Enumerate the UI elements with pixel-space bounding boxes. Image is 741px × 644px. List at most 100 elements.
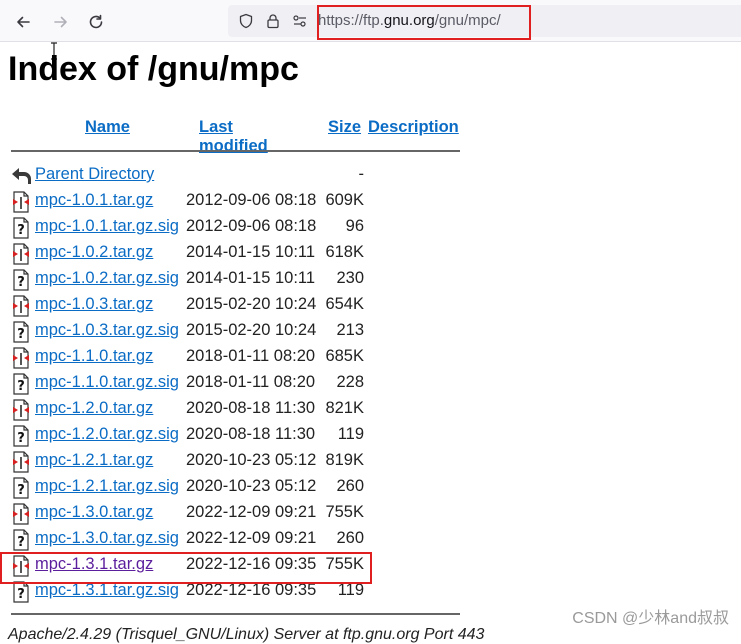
column-header-size[interactable]: Size [328,118,361,137]
file-row: ? mpc-1.0.3.tar.gz.sig 2015-02-20 10:24 213 [10,319,470,345]
file-link[interactable]: mpc-1.3.0.tar.gz.sig [35,529,179,547]
svg-text:?: ? [17,483,25,498]
file-size: 618K [325,243,364,261]
header-divider [11,150,460,152]
file-link[interactable]: mpc-1.0.2.tar.gz.sig [35,269,179,287]
file-link[interactable]: mpc-1.0.3.tar.gz [35,295,153,313]
unknown-file-icon: ? [10,477,32,499]
file-row: mpc-1.3.1.tar.gz 2022-12-16 09:35 755K [10,553,470,579]
file-last-modified: 2018-01-11 08:20 [186,347,316,365]
column-header-name[interactable]: Name [85,118,130,137]
parent-directory-link[interactable]: Parent Directory [35,165,154,183]
file-size: 685K [325,347,364,365]
url-text[interactable]: https://ftp.gnu.org/gnu/mpc/ [318,12,501,29]
file-row: ? mpc-1.2.0.tar.gz.sig 2020-08-18 11:30 119 [10,423,470,449]
archive-file-icon [10,555,32,577]
file-link[interactable]: mpc-1.0.1.tar.gz.sig [35,217,179,235]
file-row: ? mpc-1.2.1.tar.gz.sig 2020-10-23 05:12 260 [10,475,470,501]
file-row: ? mpc-1.1.0.tar.gz.sig 2018-01-11 08:20 228 [10,371,470,397]
unknown-file-icon: ? [10,321,32,343]
file-link[interactable]: mpc-1.2.0.tar.gz [35,399,153,417]
forward-button[interactable] [48,9,74,35]
file-last-modified: 2018-01-11 08:20 [186,373,316,391]
file-row: mpc-1.0.1.tar.gz 2012-09-06 08:18 609K [10,189,470,215]
file-link[interactable]: mpc-1.1.0.tar.gz.sig [35,373,179,391]
file-size: 119 [337,425,364,443]
footer-divider [11,613,460,615]
file-last-modified: 2020-08-18 11:30 [186,399,316,417]
file-last-modified: 2015-02-20 10:24 [186,321,317,339]
url-host: gnu.org [383,12,435,29]
file-link[interactable]: mpc-1.3.1.tar.gz [35,555,153,573]
server-signature: Apache/2.4.29 (Trisquel_GNU/Linux) Serve… [8,626,485,643]
unknown-file-icon: ? [10,425,32,447]
unknown-file-icon: ? [10,529,32,551]
page-title: Index of /gnu/mpc [8,50,299,88]
file-size: 213 [336,321,364,339]
reload-icon [89,14,103,29]
archive-file-icon [10,347,32,369]
url-path: /gnu/mpc/ [434,12,501,29]
parent-size: - [358,165,365,183]
sort-by-description-link[interactable]: Description [368,118,459,136]
back-arrow-icon [17,16,30,28]
file-link[interactable]: mpc-1.2.1.tar.gz.sig [35,477,179,495]
file-size: 755K [325,555,364,573]
permissions-icon[interactable] [292,13,308,29]
svg-text:?: ? [17,327,25,342]
archive-file-icon [10,451,32,473]
file-last-modified: 2020-08-18 11:30 [186,425,316,443]
tracking-shield-icon[interactable] [238,13,254,29]
back-button[interactable] [10,9,36,35]
svg-text:?: ? [17,535,25,550]
file-link[interactable]: mpc-1.2.0.tar.gz.sig [35,425,179,443]
sort-by-name-link[interactable]: Name [85,118,130,136]
url-prefix: https://ftp. [318,12,384,29]
file-last-modified: 2014-01-15 10:11 [186,269,316,287]
column-header-description[interactable]: Description [368,118,459,137]
archive-file-icon [10,243,32,265]
file-link[interactable]: mpc-1.3.1.tar.gz.sig [35,581,179,599]
file-last-modified: 2012-09-06 08:18 [186,191,317,209]
file-row: mpc-1.3.0.tar.gz 2022-12-09 09:21 755K [10,501,470,527]
unknown-file-icon: ? [10,581,32,603]
file-link[interactable]: mpc-1.1.0.tar.gz [35,347,153,365]
archive-file-icon [10,503,32,525]
file-last-modified: 2015-02-20 10:24 [186,295,317,313]
file-last-modified: 2022-12-16 09:35 [186,581,317,599]
address-bar[interactable]: https://ftp.gnu.org/gnu/mpc/ [228,5,741,37]
file-size: 755K [325,503,364,521]
file-link[interactable]: mpc-1.0.2.tar.gz [35,243,153,261]
file-row: mpc-1.1.0.tar.gz 2018-01-11 08:20 685K [10,345,470,371]
file-size: 821K [325,399,364,417]
file-size: 228 [336,373,364,391]
parent-directory-row: Parent Directory - [10,163,470,189]
reload-button[interactable] [83,9,109,35]
file-last-modified: 2020-10-23 05:12 [186,451,317,469]
file-row: ? mpc-1.0.2.tar.gz.sig 2014-01-15 10:11 230 [10,267,470,293]
file-size: 654K [325,295,364,313]
svg-text:?: ? [17,379,25,394]
forward-arrow-icon [54,16,67,28]
lock-icon[interactable] [265,13,281,29]
file-link[interactable]: mpc-1.0.1.tar.gz [35,191,153,209]
file-size: 819K [325,451,364,469]
file-row: mpc-1.0.3.tar.gz 2015-02-20 10:24 654K [10,293,470,319]
file-last-modified: 2022-12-09 09:21 [186,529,317,547]
file-size: 260 [336,529,364,547]
file-size: 609K [325,191,364,209]
unknown-file-icon: ? [10,269,32,291]
svg-text:?: ? [17,223,25,238]
file-row: mpc-1.2.0.tar.gz 2020-08-18 11:30 821K [10,397,470,423]
svg-text:?: ? [17,431,25,446]
sort-by-size-link[interactable]: Size [328,118,361,136]
archive-file-icon [10,191,32,213]
file-row: mpc-1.2.1.tar.gz 2020-10-23 05:12 819K [10,449,470,475]
file-link[interactable]: mpc-1.0.3.tar.gz.sig [35,321,179,339]
file-size: 119 [337,581,364,599]
file-link[interactable]: mpc-1.2.1.tar.gz [35,451,153,469]
file-size: 260 [336,477,364,495]
file-row: ? mpc-1.3.1.tar.gz.sig 2022-12-16 09:35 119 [10,579,470,605]
file-last-modified: 2022-12-16 09:35 [186,555,317,573]
file-link[interactable]: mpc-1.3.0.tar.gz [35,503,153,521]
